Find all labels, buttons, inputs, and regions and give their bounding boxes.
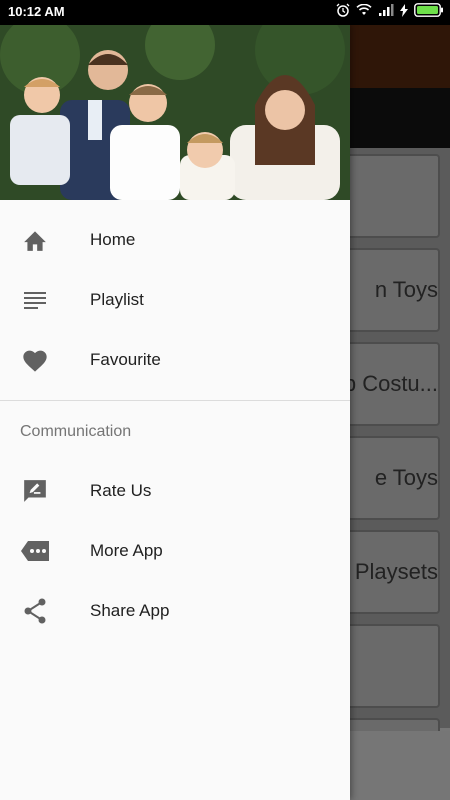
heart-icon	[20, 345, 50, 375]
drawer-header-image	[0, 25, 350, 200]
charging-icon	[400, 3, 408, 17]
section-title: Communication	[20, 423, 132, 440]
playlist-icon	[20, 285, 50, 315]
menu-item-label: Home	[90, 230, 136, 249]
alarm-icon	[336, 3, 350, 17]
menu-item-favourite[interactable]: Favourite	[0, 330, 350, 390]
menu-item-label: Favourite	[90, 350, 161, 369]
status-time: 10:12 AM	[8, 4, 65, 19]
menu-item-more-app[interactable]: More App	[0, 521, 350, 581]
menu-item-label: Rate Us	[90, 481, 152, 500]
rate-feedback-icon	[20, 476, 50, 506]
status-icons	[336, 3, 444, 17]
more-apps-icon	[20, 536, 50, 566]
menu-item-label: Playlist	[90, 290, 144, 309]
status-bar: 10:12 AM	[0, 0, 450, 25]
drawer-divider	[0, 400, 350, 401]
menu-item-playlist[interactable]: Playlist	[0, 270, 350, 330]
menu-item-rate-us[interactable]: Rate Us	[0, 461, 350, 521]
menu-item-label: Share App	[90, 601, 170, 620]
menu-item-share-app[interactable]: Share App	[0, 581, 350, 641]
battery-icon	[414, 3, 444, 17]
menu-item-label: More App	[90, 541, 163, 560]
share-icon	[20, 596, 50, 626]
wifi-icon	[356, 4, 372, 16]
signal-icon	[378, 4, 394, 16]
family-photo	[0, 25, 350, 200]
navigation-drawer: Home Playlist Favourite Communication Ra…	[0, 25, 350, 800]
menu-item-home[interactable]: Home	[0, 210, 350, 270]
home-icon	[20, 225, 50, 255]
